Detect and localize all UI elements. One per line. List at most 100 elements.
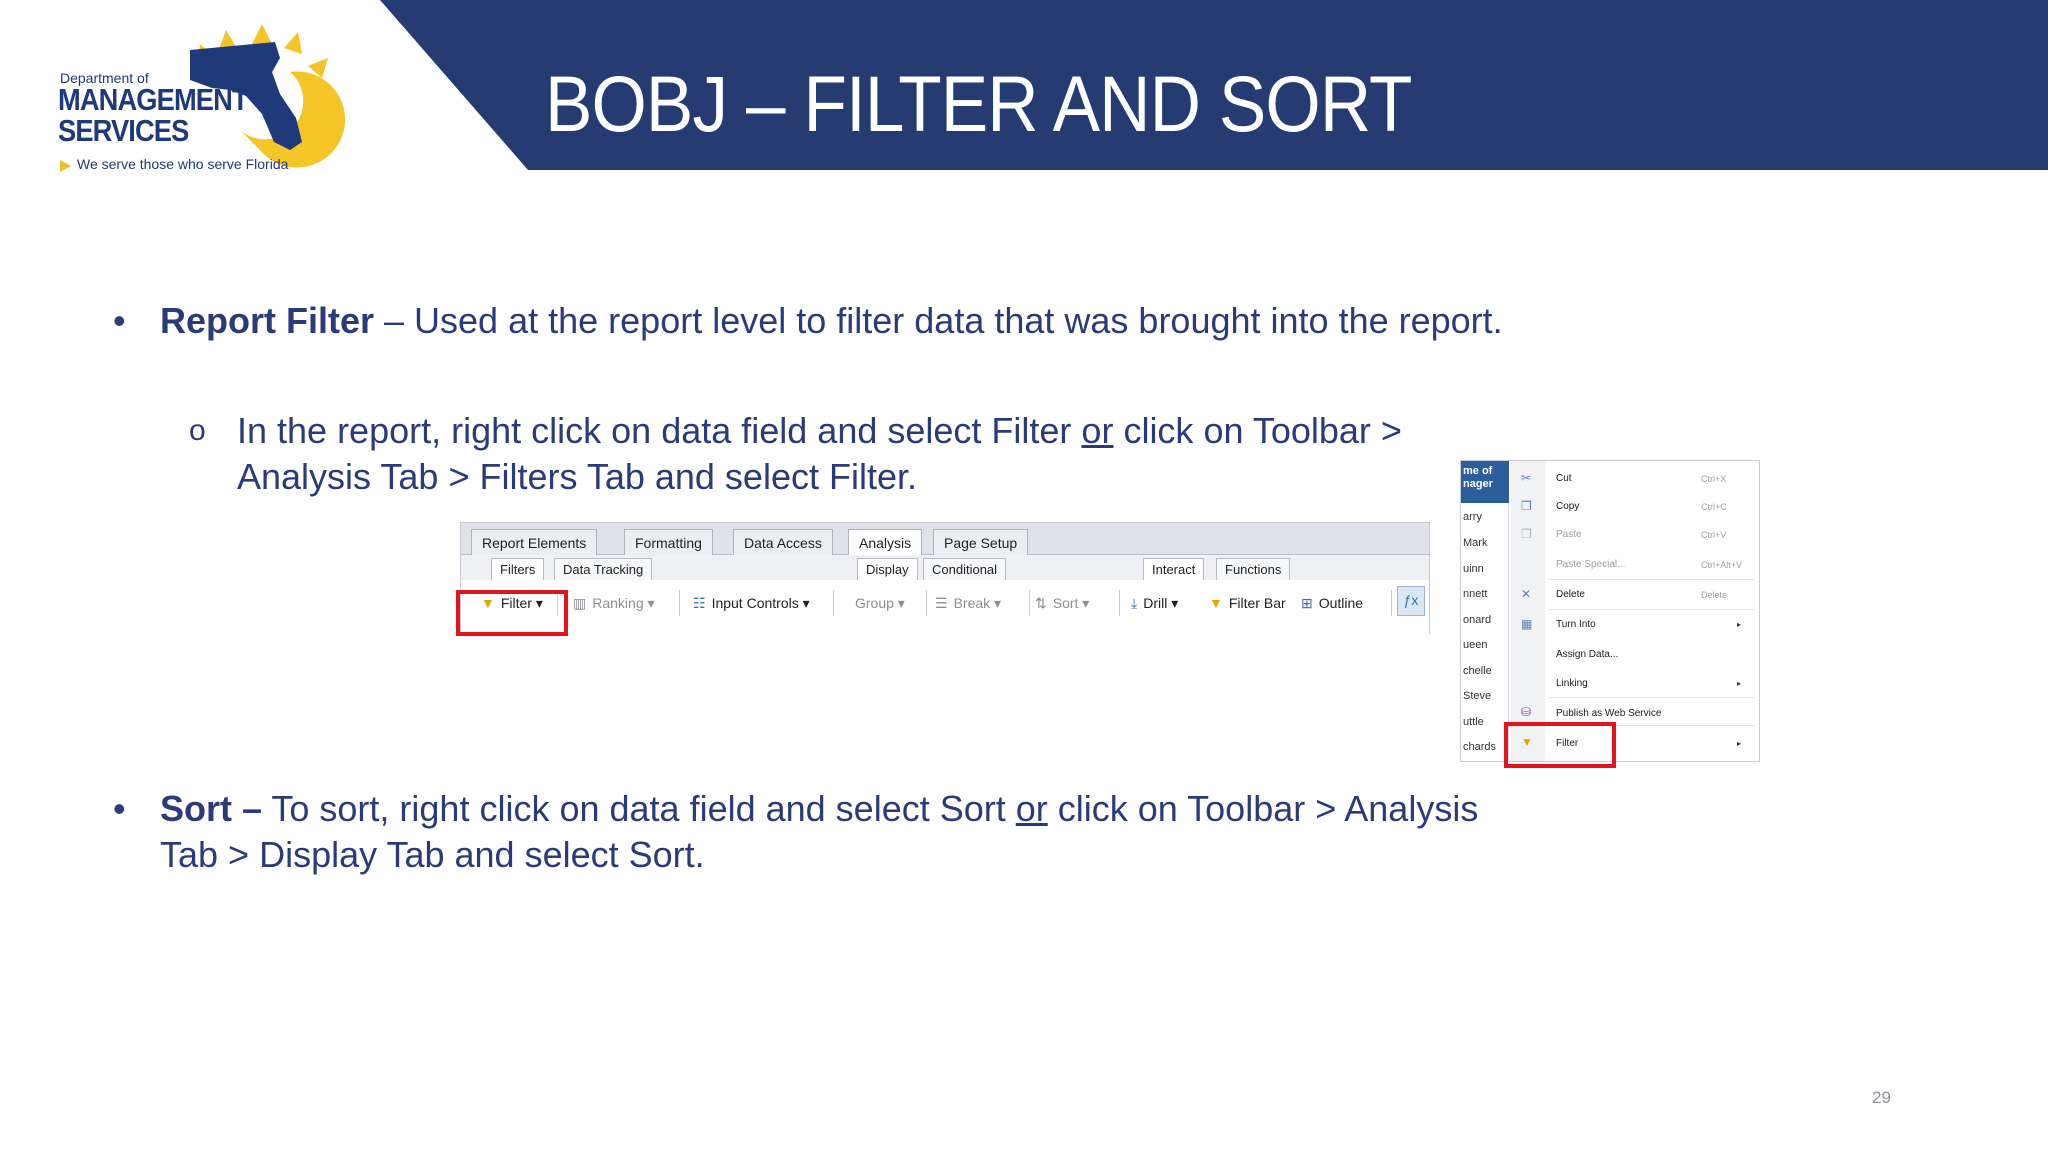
logo-tagline: We serve those who serve Florida <box>77 156 289 172</box>
drill-button-label: Drill <box>1143 595 1168 611</box>
subtab-data-tracking[interactable]: Data Tracking <box>554 558 653 580</box>
filter-bar-icon: ▼ <box>1209 595 1223 611</box>
shortcut-paste: Ctrl+V <box>1701 530 1727 540</box>
ranking-button-label: Ranking <box>592 595 644 611</box>
submenu-arrow-icon: ▸ <box>1737 620 1742 629</box>
sub-text-line2: Analysis Tab > Filters Tab and select Fi… <box>237 456 917 497</box>
paste-icon: ❒ <box>1521 527 1532 541</box>
toolbar-divider <box>1029 590 1030 616</box>
toolbar-subtab-row: Filters Data Tracking Display Conditiona… <box>461 556 1429 580</box>
drill-button[interactable]: ⤓ Drill ▾ <box>1131 590 1178 616</box>
scissors-icon: ✂ <box>1521 471 1532 485</box>
sort-button-label: Sort <box>1052 595 1079 611</box>
bullet-report-filter: • Report Filter – Used at the report lev… <box>113 298 1660 344</box>
bullet-marker: • <box>113 300 126 341</box>
toolbar-divider <box>679 590 680 616</box>
subtab-conditional[interactable]: Conditional <box>923 558 1007 580</box>
name-cell: arry <box>1463 511 1482 523</box>
name-cell: onard <box>1463 614 1492 626</box>
name-cell: Steve <box>1463 690 1492 702</box>
menu-separator <box>1549 609 1754 610</box>
menu-item-publish-web-service[interactable]: Publish as Web Service <box>1556 708 1661 719</box>
shortcut-cut: Ctrl+X <box>1701 474 1727 484</box>
menu-separator <box>1549 697 1754 698</box>
toolbar-divider <box>833 590 834 616</box>
bullet-marker: • <box>113 788 126 829</box>
outline-icon: ⊞ <box>1301 595 1313 611</box>
break-icon: ☰ <box>935 595 948 611</box>
tab-report-elements[interactable]: Report Elements <box>471 529 598 555</box>
sub-text-or: or <box>1081 410 1114 451</box>
shortcut-paste-special: Ctrl+Alt+V <box>1701 560 1743 570</box>
filter-bar-button[interactable]: ▼ Filter Bar <box>1209 590 1286 616</box>
bullet-sort: • Sort – To sort, right click on data fi… <box>113 786 1660 878</box>
name-cell: chelle <box>1463 665 1492 677</box>
shortcut-delete: Delete <box>1701 590 1728 600</box>
input-controls-label: Input Controls <box>711 595 799 611</box>
sort-term: Sort – <box>160 788 263 829</box>
subtab-functions[interactable]: Functions <box>1216 558 1291 580</box>
drill-icon: ⤓ <box>1131 595 1138 611</box>
ranking-button[interactable]: ▥ Ranking ▾ <box>573 590 655 616</box>
column-header: me of nager <box>1461 461 1509 503</box>
subtab-display[interactable]: Display <box>857 558 918 580</box>
ranking-icon: ▥ <box>573 595 587 611</box>
menu-item-copy[interactable]: Copy <box>1556 501 1579 512</box>
toolbar-divider <box>1391 590 1392 616</box>
menu-item-paste[interactable]: Paste <box>1556 529 1582 540</box>
turn-into-icon: ▦ <box>1521 617 1533 631</box>
subtab-interact[interactable]: Interact <box>1143 558 1205 580</box>
input-controls-button[interactable]: ☷ Input Controls ▾ <box>693 590 810 616</box>
report-filter-term: Report Filter <box>160 300 375 341</box>
web-service-icon: ⛁ <box>1521 705 1532 719</box>
report-name-column: me of nager arry Mark uinn nnett onard u… <box>1461 461 1509 761</box>
tab-formatting[interactable]: Formatting <box>624 529 713 555</box>
tab-analysis[interactable]: Analysis <box>848 529 923 555</box>
outline-button[interactable]: ⊞ Outline <box>1301 590 1363 616</box>
submenu-arrow-icon: ▸ <box>1737 739 1742 748</box>
toolbar-divider <box>926 590 927 616</box>
menu-item-assign-data[interactable]: Assign Data... <box>1556 649 1618 660</box>
sort-button[interactable]: ⇅ Sort ▾ <box>1035 590 1089 616</box>
sub-text-part2: click on Toolbar > <box>1113 410 1402 451</box>
name-cell: uinn <box>1463 563 1484 575</box>
dms-logo: Department of MANAGEMENT SERVICES We ser… <box>40 10 390 172</box>
page-number: 29 <box>1872 1088 1891 1107</box>
sub-text-part1: In the report, right click on data field… <box>237 410 1082 451</box>
sub-bullet-marker: o <box>189 414 206 447</box>
subtab-filters[interactable]: Filters <box>491 558 545 580</box>
sort-text-part2: click on Toolbar > Analysis <box>1047 788 1479 829</box>
copy-icon: ❐ <box>1521 499 1532 513</box>
submenu-arrow-icon: ▸ <box>1737 679 1742 688</box>
formula-icon: ƒx <box>1403 592 1419 608</box>
outline-button-label: Outline <box>1318 595 1364 611</box>
toolbar-divider <box>1119 590 1120 616</box>
break-button-label: Break <box>953 595 991 611</box>
bobj-toolbar-screenshot: Report Elements Formatting Data Access A… <box>460 522 1430 634</box>
tab-data-access[interactable]: Data Access <box>733 529 833 555</box>
input-controls-icon: ☷ <box>693 595 706 611</box>
menu-filter-highlight <box>1504 722 1616 768</box>
shortcut-copy: Ctrl+C <box>1701 502 1727 512</box>
name-cell: ueen <box>1463 639 1488 651</box>
toolbar-button-row: ▼ Filter ▾ ▥ Ranking ▾ ☷ Input Controls ▾ G… <box>461 580 1429 634</box>
filter-bar-label: Filter Bar <box>1228 595 1286 611</box>
menu-item-linking[interactable]: Linking <box>1556 678 1588 689</box>
sub-bullet-filter-steps: o In the report, right click on data fie… <box>189 408 1537 500</box>
toolbar-tab-row: Report Elements Formatting Data Access A… <box>461 523 1429 555</box>
group-button[interactable]: Group ▾ <box>855 590 905 616</box>
report-filter-text: – Used at the report level to filter dat… <box>374 300 1503 341</box>
context-menu-screenshot: me of nager arry Mark uinn nnett onard u… <box>1460 460 1760 762</box>
menu-separator <box>1549 579 1754 580</box>
formula-toolbar-button[interactable]: ƒx <box>1397 586 1425 616</box>
tab-page-setup[interactable]: Page Setup <box>933 529 1029 555</box>
name-cell: Mark <box>1463 537 1488 549</box>
menu-item-cut[interactable]: Cut <box>1556 473 1572 484</box>
filter-button-highlight <box>456 590 568 636</box>
menu-item-turn-into[interactable]: Turn Into <box>1556 619 1596 630</box>
menu-item-delete[interactable]: Delete <box>1556 589 1585 600</box>
logo-services-line: SERVICES <box>58 113 189 148</box>
break-button[interactable]: ☰ Break ▾ <box>935 590 1001 616</box>
play-arrow-icon <box>60 160 71 172</box>
menu-item-paste-special[interactable]: Paste Special... <box>1556 559 1625 570</box>
